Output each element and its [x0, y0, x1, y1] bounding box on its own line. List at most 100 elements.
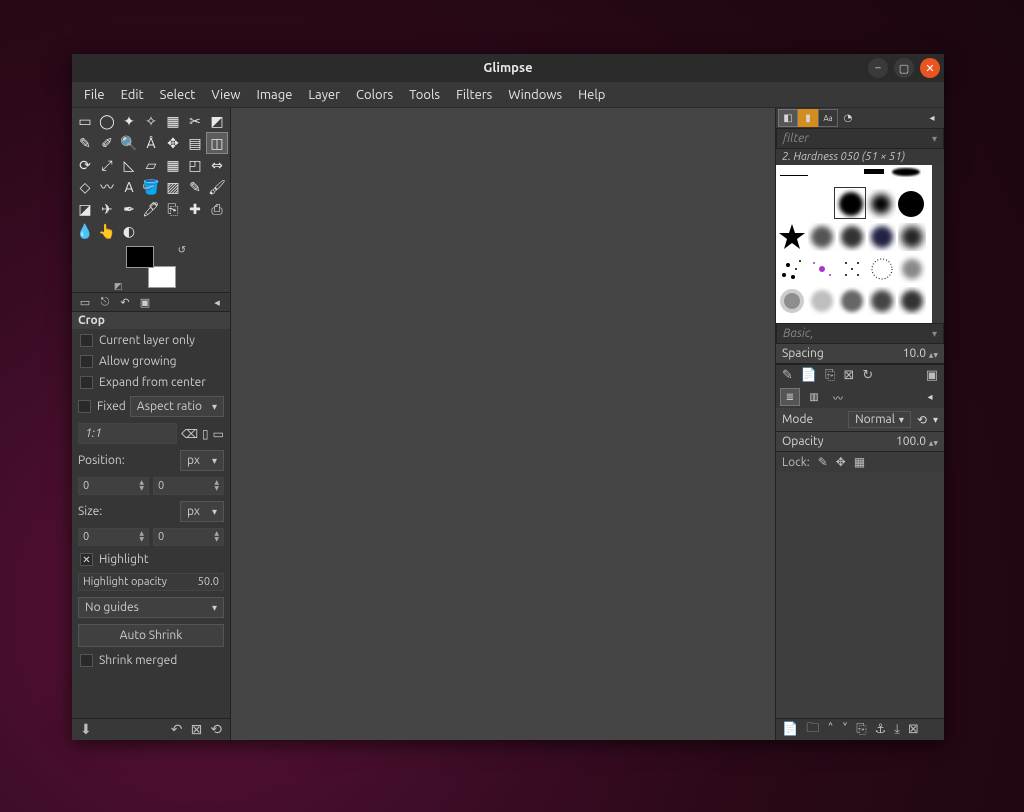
- color-swatch[interactable]: ◩ ↺: [126, 246, 176, 288]
- size-w-field[interactable]: 0▲▼: [78, 528, 149, 546]
- layer-mode-select[interactable]: Normal▾: [848, 411, 911, 428]
- ratio-field[interactable]: 1:1: [78, 423, 177, 444]
- fixed-mode-select[interactable]: Aspect ratio▾: [130, 396, 224, 417]
- brush-scrollbar[interactable]: [932, 165, 944, 323]
- scissors-tool[interactable]: ✂: [184, 110, 206, 132]
- airbrush-tool[interactable]: ✈: [96, 198, 118, 220]
- reset-colors-icon[interactable]: ◩: [114, 281, 123, 292]
- menu-select[interactable]: Select: [152, 84, 204, 106]
- delete-brush-icon[interactable]: ⊠: [844, 368, 855, 383]
- size-unit-select[interactable]: px▾: [180, 501, 224, 522]
- brush-spacing-field[interactable]: Spacing 10.0 ▲▼: [776, 344, 944, 364]
- clear-icon[interactable]: ⌫: [181, 427, 198, 441]
- lock-pixels-icon[interactable]: ✎: [818, 455, 828, 469]
- shrink-merged-checkbox[interactable]: Shrink merged: [72, 651, 230, 670]
- scale-tool[interactable]: ⤢: [96, 154, 118, 176]
- menu-image[interactable]: Image: [249, 84, 301, 106]
- handle-transform-tool[interactable]: ◰: [184, 154, 206, 176]
- text-tool[interactable]: A: [118, 176, 140, 198]
- measure-tool[interactable]: Å: [140, 132, 162, 154]
- bg-color[interactable]: [148, 266, 176, 288]
- smudge-tool[interactable]: 👆: [96, 220, 118, 242]
- allow-growing-checkbox[interactable]: Allow growing: [72, 352, 230, 371]
- titlebar[interactable]: Glimpse – ▢ ✕: [72, 54, 944, 82]
- swap-colors-icon[interactable]: ↺: [178, 244, 186, 256]
- delete-layer-icon[interactable]: ⊠: [908, 722, 919, 737]
- pencil-tool[interactable]: ✎: [184, 176, 206, 198]
- landscape-icon[interactable]: ▭: [213, 427, 224, 441]
- brush-preset-select[interactable]: Basic,▾: [776, 323, 944, 344]
- position-y-field[interactable]: 0▲▼: [153, 477, 224, 495]
- menu-filters[interactable]: Filters: [448, 84, 500, 106]
- brushes-tab[interactable]: ◧: [778, 109, 798, 127]
- duplicate-brush-icon[interactable]: ⎘: [825, 368, 835, 383]
- rect-select-tool[interactable]: ▭: [74, 110, 96, 132]
- edit-brush-icon[interactable]: ✎: [782, 368, 793, 383]
- dock-menu-icon[interactable]: ◂: [922, 109, 942, 127]
- perspective-clone-tool[interactable]: ⎙: [206, 198, 228, 220]
- align-tool[interactable]: ▤: [184, 132, 206, 154]
- paintbrush-tool[interactable]: 🖌: [206, 176, 228, 198]
- device-status-tab[interactable]: ⎋: [96, 294, 114, 310]
- menu-help[interactable]: Help: [570, 84, 613, 106]
- shear-tool[interactable]: ◺: [118, 154, 140, 176]
- undo-history-tab[interactable]: ↶: [116, 294, 134, 310]
- fonts-tab[interactable]: Aa: [818, 109, 838, 127]
- restore-preset-icon[interactable]: ↶: [171, 721, 183, 738]
- ellipse-select-tool[interactable]: ◯: [96, 110, 118, 132]
- patterns-tab[interactable]: ▮: [798, 109, 818, 127]
- menu-view[interactable]: View: [203, 84, 248, 106]
- blur-tool[interactable]: 💧: [74, 220, 96, 242]
- close-button[interactable]: ✕: [920, 58, 940, 78]
- zoom-tool[interactable]: 🔍: [118, 132, 140, 154]
- mypaint-tool[interactable]: 🖊: [140, 198, 162, 220]
- minimize-button[interactable]: –: [868, 58, 888, 78]
- ink-tool[interactable]: ✒: [118, 198, 140, 220]
- cage-tool[interactable]: ◇: [74, 176, 96, 198]
- layer-list[interactable]: [776, 472, 944, 718]
- menu-file[interactable]: File: [76, 84, 113, 106]
- crop-tool[interactable]: ◫: [206, 132, 228, 154]
- size-h-field[interactable]: 0▲▼: [153, 528, 224, 546]
- document-history-tab[interactable]: ◔: [838, 109, 858, 127]
- dock-menu-icon[interactable]: ◂: [920, 388, 940, 406]
- save-preset-icon[interactable]: ⬇: [80, 721, 92, 738]
- position-x-field[interactable]: 0▲▼: [78, 477, 149, 495]
- dock-menu-icon[interactable]: ◂: [208, 294, 226, 310]
- open-as-image-icon[interactable]: ▣: [926, 368, 938, 383]
- lock-position-icon[interactable]: ✥: [836, 455, 846, 469]
- refresh-brush-icon[interactable]: ↻: [862, 368, 873, 383]
- paths-tab[interactable]: 〰: [828, 388, 848, 406]
- by-color-select-tool[interactable]: ▦: [162, 110, 184, 132]
- menu-windows[interactable]: Windows: [500, 84, 570, 106]
- fuzzy-select-tool[interactable]: ✧: [140, 110, 162, 132]
- tool-options-tab[interactable]: ▭: [76, 294, 94, 310]
- current-layer-only-checkbox[interactable]: Current layer only: [72, 331, 230, 350]
- rotate-tool[interactable]: ⟳: [74, 154, 96, 176]
- paths-tool[interactable]: ✎: [74, 132, 96, 154]
- menu-colors[interactable]: Colors: [348, 84, 401, 106]
- auto-shrink-button[interactable]: Auto Shrink: [78, 624, 224, 647]
- fixed-checkbox[interactable]: Fixed: [78, 400, 126, 413]
- mode-reset-icon[interactable]: ⟲: [917, 413, 927, 427]
- dodge-tool[interactable]: ◐: [118, 220, 140, 242]
- portrait-icon[interactable]: ▯: [202, 427, 209, 441]
- duplicate-layer-icon[interactable]: ⎘: [856, 722, 866, 737]
- bucket-fill-tool[interactable]: 🪣: [140, 176, 162, 198]
- brush-filter-input[interactable]: filter▾: [776, 128, 944, 149]
- gradient-tool[interactable]: ▨: [162, 176, 184, 198]
- free-select-tool[interactable]: ✦: [118, 110, 140, 132]
- maximize-button[interactable]: ▢: [894, 58, 914, 78]
- layer-opacity-row[interactable]: Opacity 100.0 ▲▼: [776, 432, 944, 452]
- lower-layer-icon[interactable]: ˅: [842, 722, 849, 737]
- color-picker-tool[interactable]: ✐: [96, 132, 118, 154]
- menu-layer[interactable]: Layer: [300, 84, 348, 106]
- anchor-layer-icon[interactable]: ⚓: [875, 722, 887, 737]
- warp-tool[interactable]: 〰: [96, 176, 118, 198]
- channels-tab[interactable]: ▥: [804, 388, 824, 406]
- brush-grid[interactable]: [776, 165, 944, 323]
- images-tab[interactable]: ▣: [136, 294, 154, 310]
- guides-select[interactable]: No guides▾: [78, 597, 224, 618]
- menu-tools[interactable]: Tools: [401, 84, 448, 106]
- menu-edit[interactable]: Edit: [113, 84, 152, 106]
